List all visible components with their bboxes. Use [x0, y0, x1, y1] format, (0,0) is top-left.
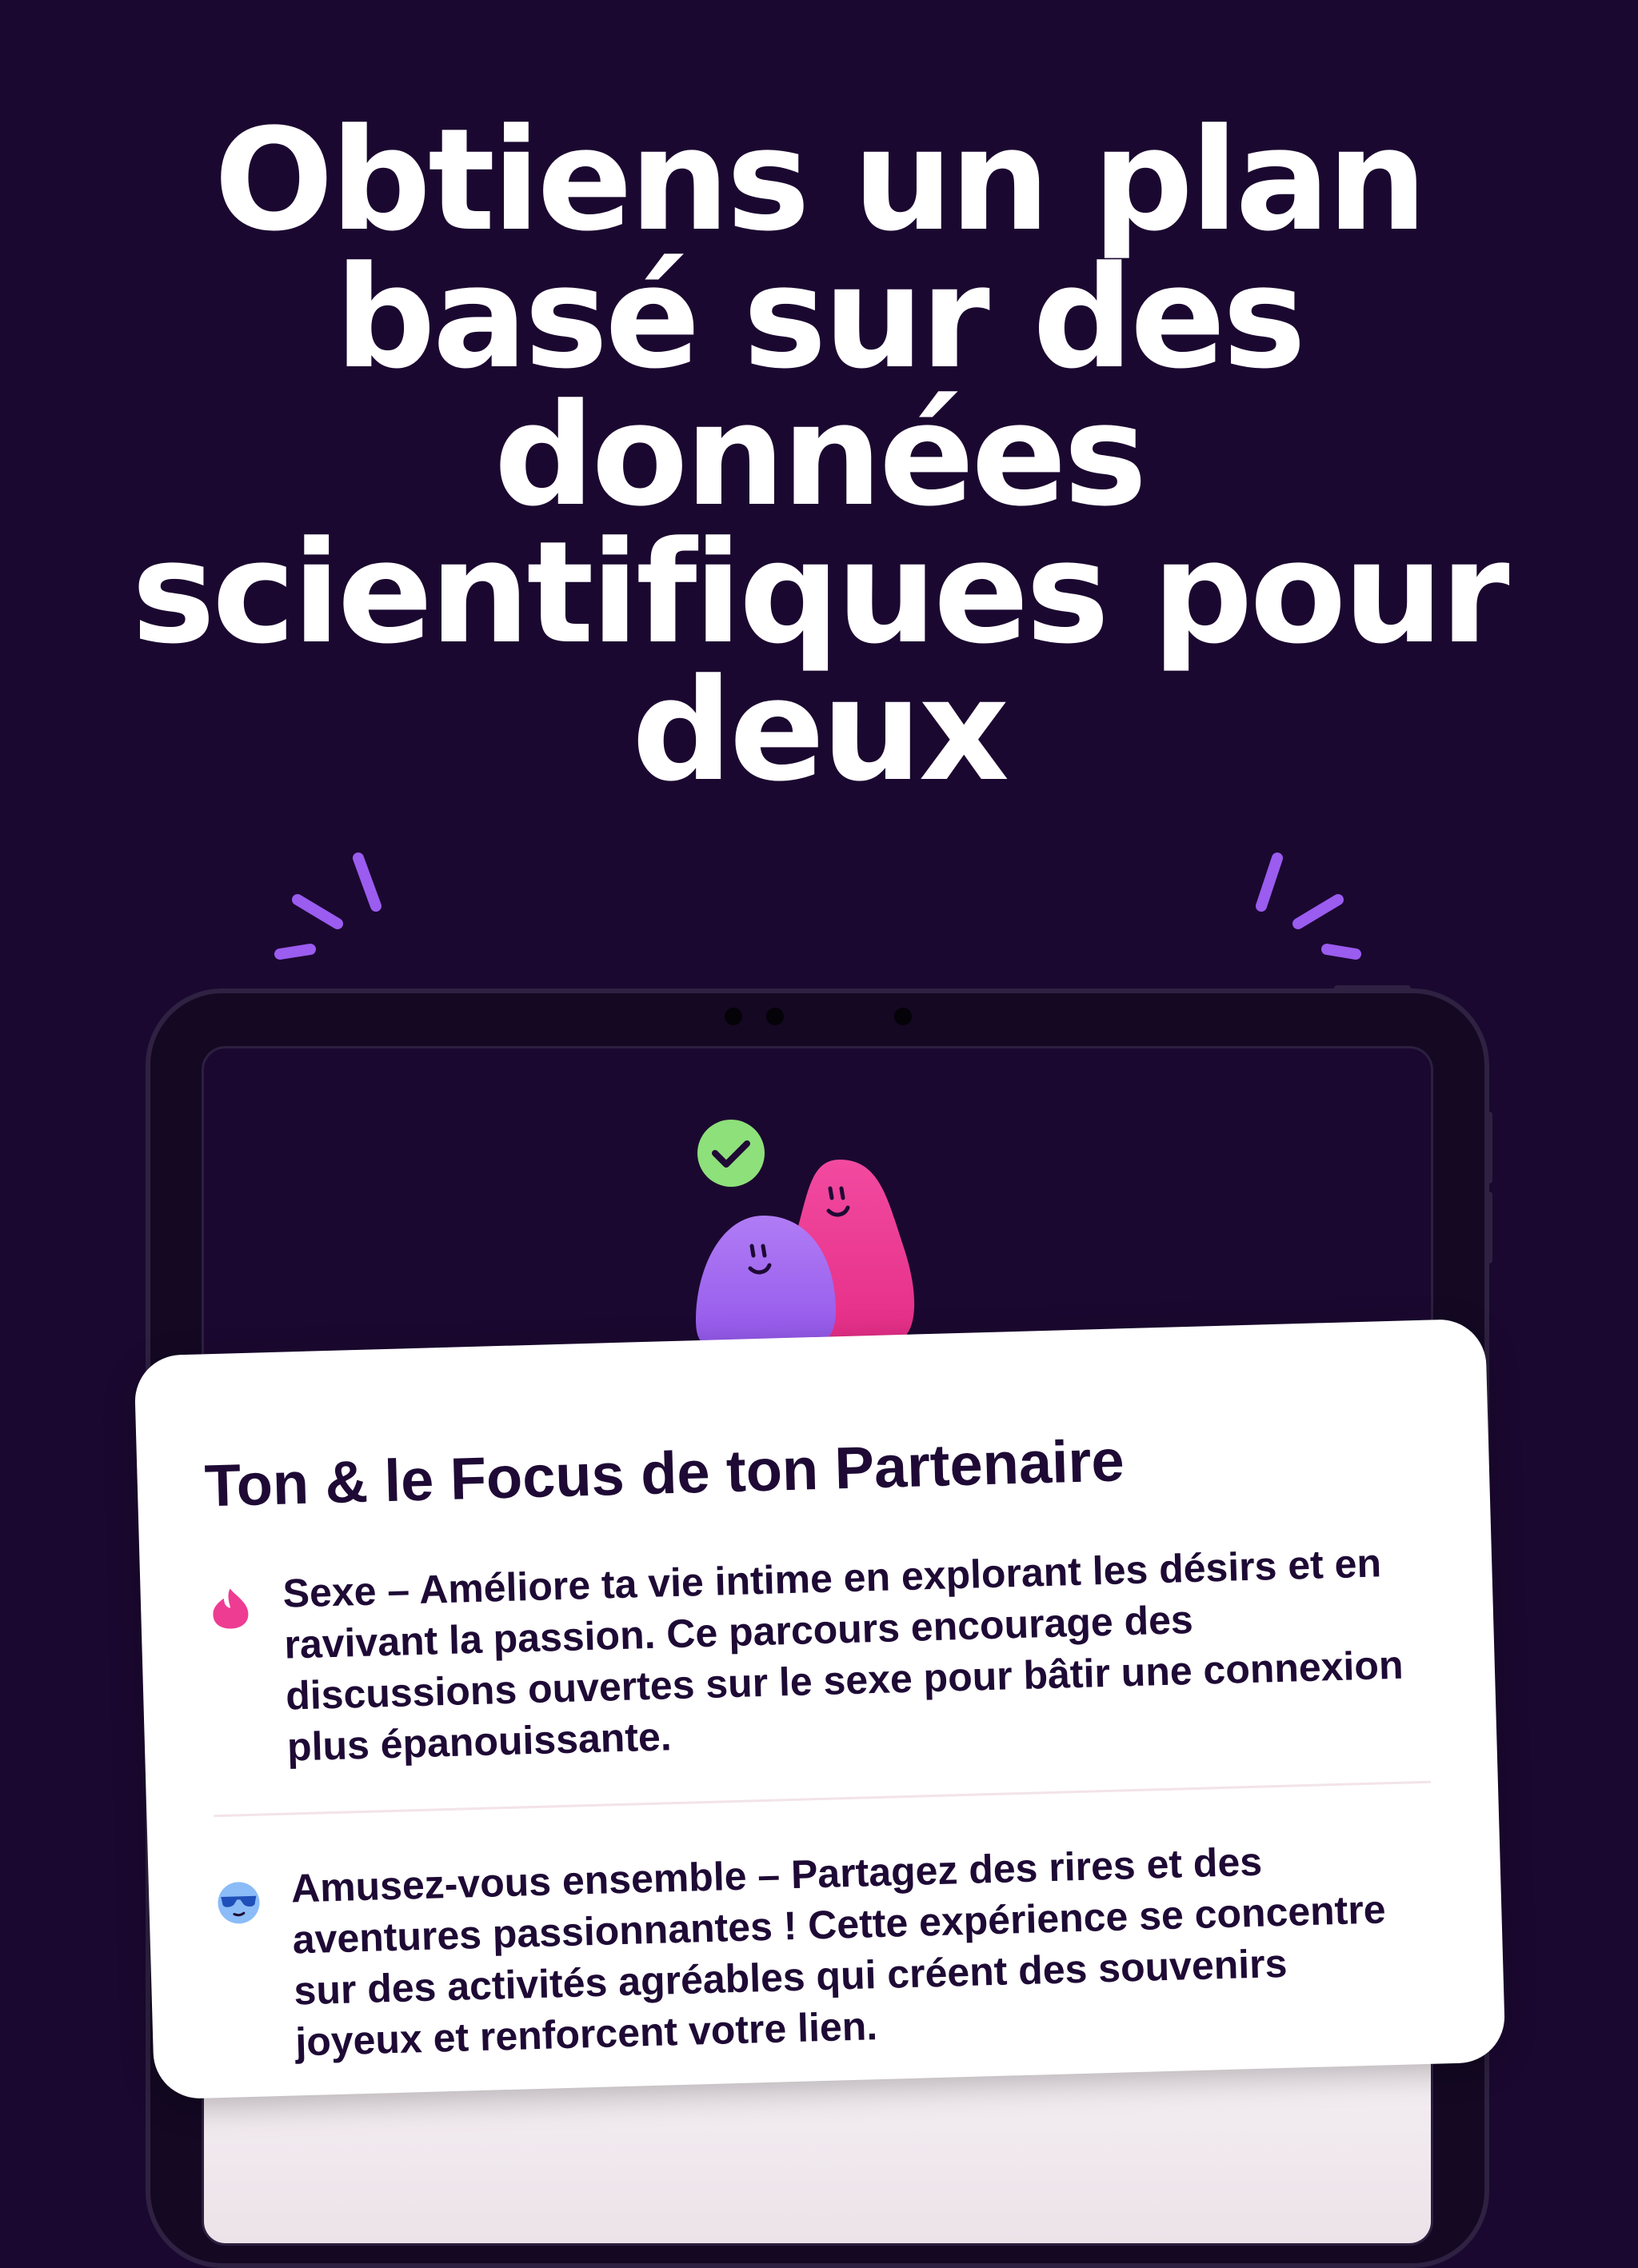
sunglasses-face-icon: [218, 1882, 260, 1924]
focus-item-text: Amusez-vous ensemble – Partagez des rire…: [290, 1839, 1387, 2065]
card-title: Ton & le Focus de ton Partenaire: [203, 1427, 1125, 1519]
focus-item-fun: Amusez-vous ensemble – Partagez des rire…: [215, 1831, 1438, 2070]
camera-icon: [766, 1008, 784, 1025]
divider: [214, 1780, 1431, 1818]
check-badge-icon: [697, 1120, 765, 1187]
focus-item-text: Sexe – Améliore ta vie intime en explora…: [282, 1540, 1404, 1770]
headline-line: données: [493, 373, 1148, 537]
flame-icon: [213, 1588, 249, 1629]
headline-line: basé sur des: [334, 236, 1306, 400]
headline-line: deux: [631, 649, 1009, 813]
focus-card: Ton & le Focus de ton Partenaire Sexe – …: [134, 1318, 1506, 2100]
couple-illustration: [696, 1120, 915, 1352]
focus-item-sex: Sexe – Améliore ta vie intime en explora…: [207, 1536, 1430, 1775]
headline-line: Obtiens un plan: [214, 98, 1428, 262]
sparkle-left-icon: [274, 852, 382, 960]
sparkle-right-icon: [1256, 852, 1361, 960]
tablet-top-button: [1334, 985, 1411, 992]
camera-icon: [725, 1008, 742, 1025]
tablet-side-button: [1486, 1112, 1492, 1184]
headline: Obtiens un plan basé sur des données sci…: [0, 98, 1638, 813]
tablet-side-button: [1486, 1192, 1492, 1264]
headline-line: scientifiques pour: [131, 511, 1509, 675]
camera-icon: [894, 1008, 912, 1025]
